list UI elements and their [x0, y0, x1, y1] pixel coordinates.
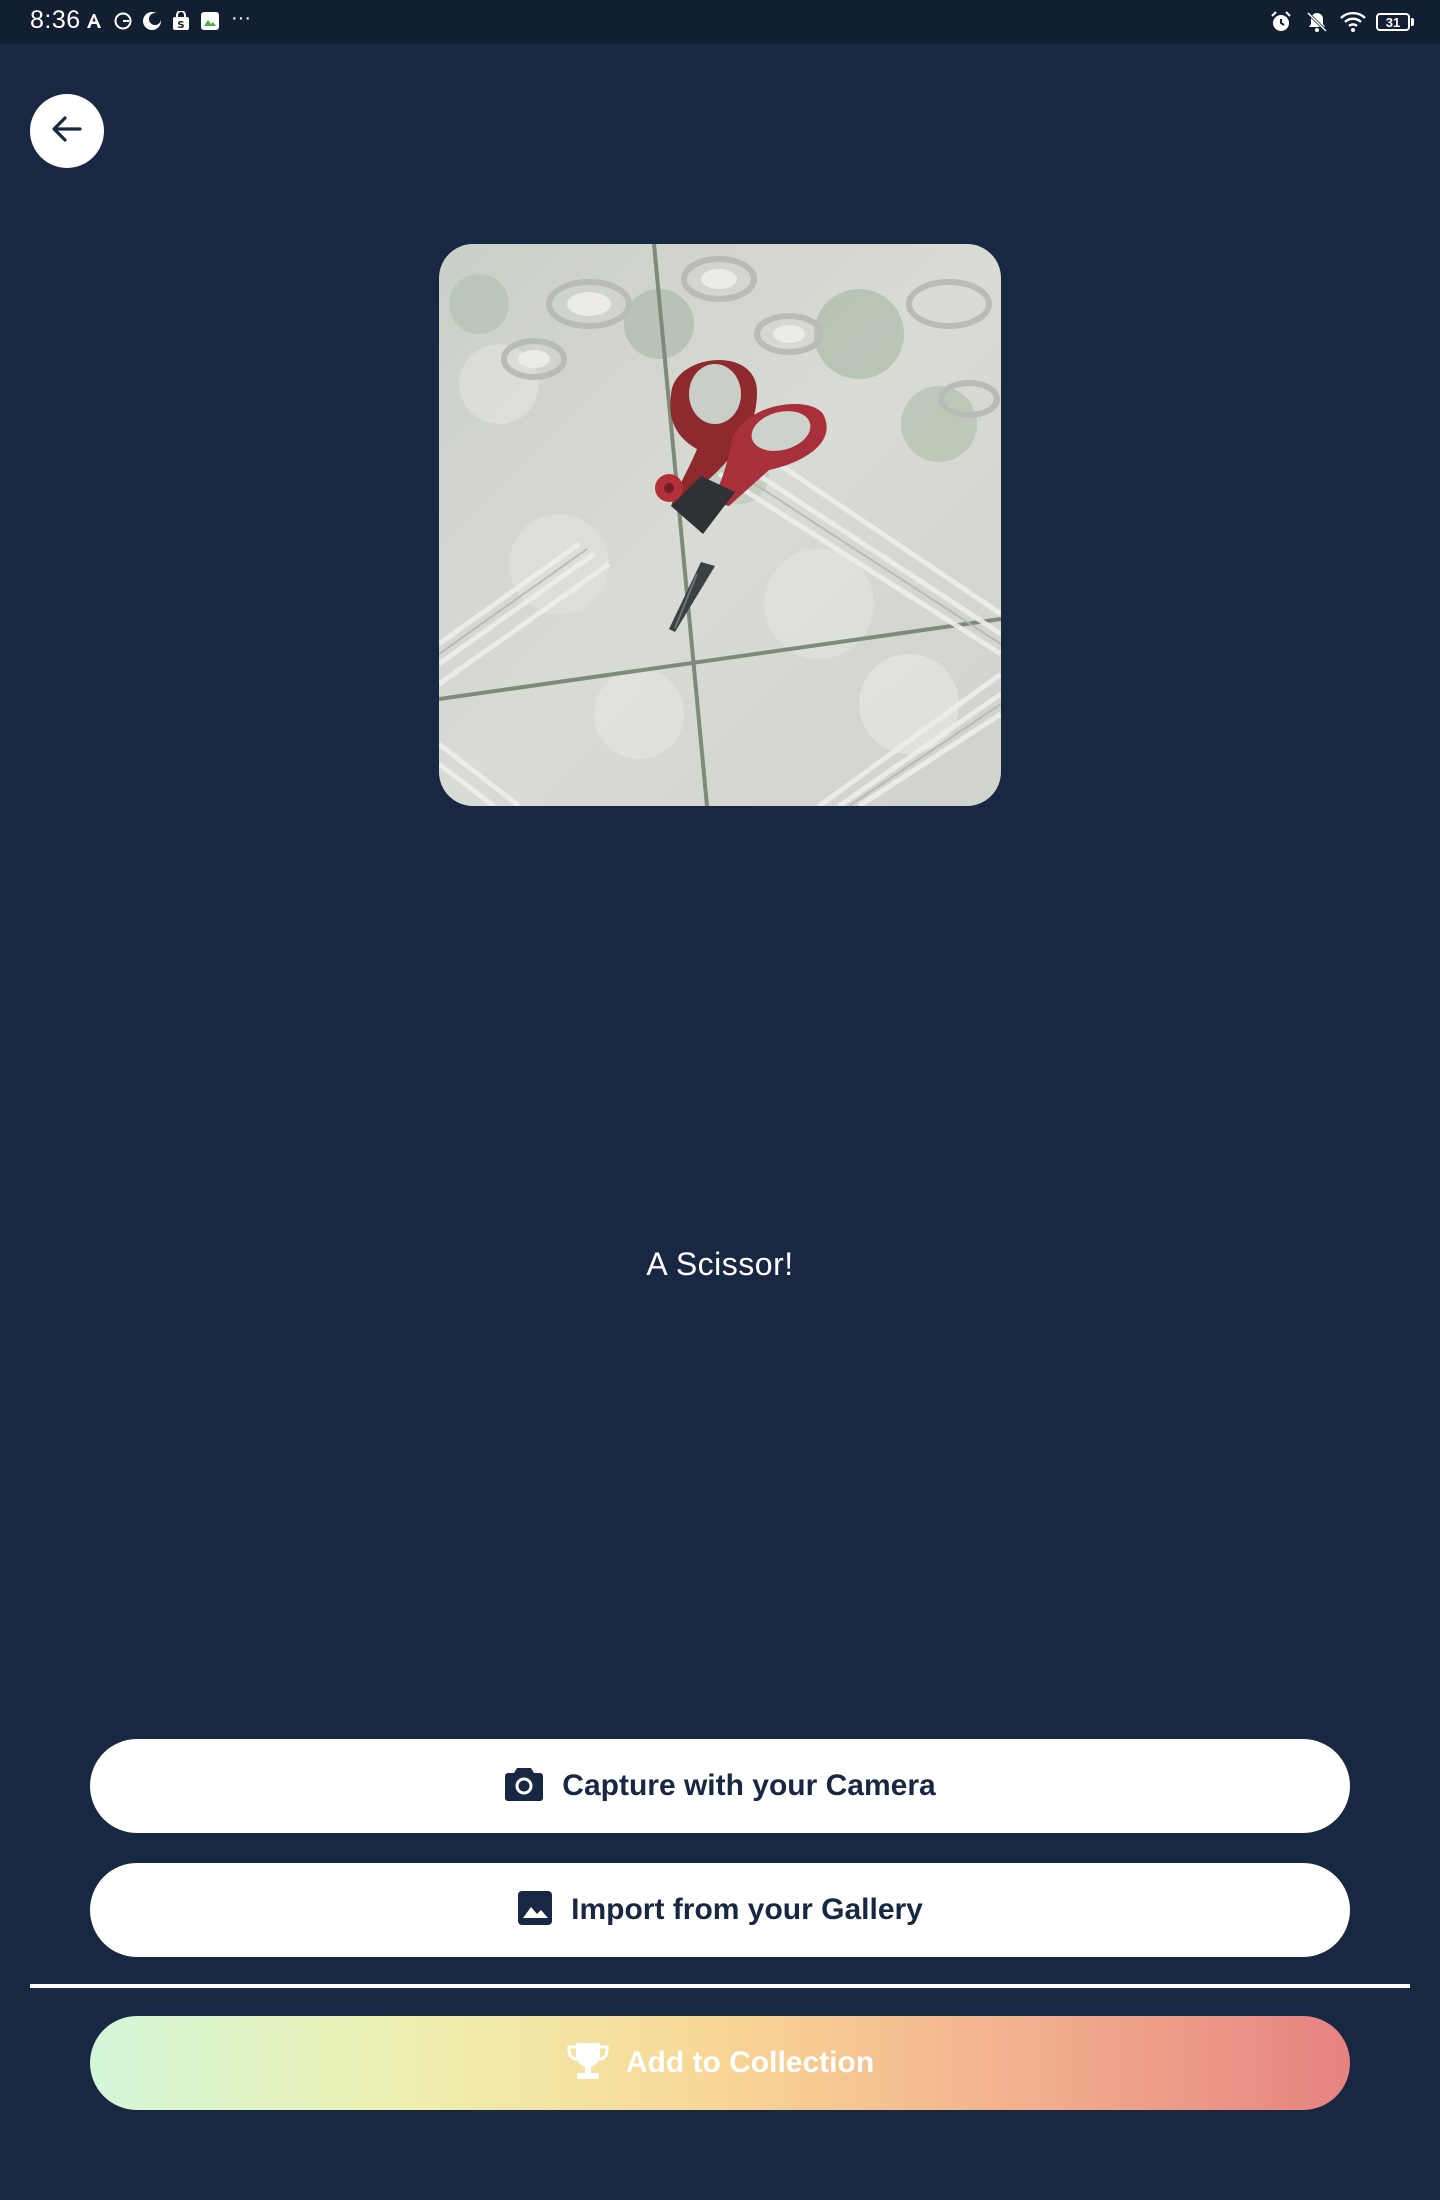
import-gallery-label: Import from your Gallery	[571, 1893, 923, 1926]
divider	[30, 1984, 1410, 1988]
font-a-icon	[84, 10, 104, 32]
status-more-indicator: ···	[231, 7, 251, 29]
status-time: 8:36	[30, 6, 81, 34]
arrow-left-icon	[50, 112, 84, 151]
capture-camera-label: Capture with your Camera	[562, 1769, 936, 1802]
import-gallery-button[interactable]: Import from your Gallery	[90, 1863, 1350, 1957]
status-left-icons: S ···	[84, 7, 251, 32]
add-to-collection-button[interactable]: Add to Collection	[90, 2016, 1350, 2110]
camera-icon	[504, 1766, 544, 1807]
status-right-icons: 31	[1268, 10, 1416, 34]
battery-level: 31	[1376, 13, 1410, 31]
wifi-icon	[1340, 10, 1366, 34]
captured-photo	[439, 244, 1001, 806]
image-icon	[517, 1890, 553, 1931]
bell-off-icon	[1304, 10, 1330, 34]
grammarly-icon	[113, 10, 133, 32]
capture-camera-button[interactable]: Capture with your Camera	[90, 1739, 1350, 1833]
add-to-collection-label: Add to Collection	[625, 2046, 875, 2079]
battery-tip	[1411, 18, 1414, 26]
trophy-icon	[566, 2041, 610, 2086]
prediction-label: A Scissor!	[646, 1246, 794, 1282]
battery-icon: 31	[1376, 11, 1416, 33]
photo-app-icon	[200, 10, 220, 32]
back-button[interactable]	[30, 94, 104, 168]
scissors-photo	[439, 244, 1001, 806]
status-bar: 8:36 S ··· 31	[0, 0, 1440, 44]
moon-app-icon	[142, 10, 162, 32]
alarm-icon	[1268, 10, 1294, 34]
shopping-bag-icon: S	[171, 10, 191, 32]
svg-text:S: S	[177, 20, 184, 31]
